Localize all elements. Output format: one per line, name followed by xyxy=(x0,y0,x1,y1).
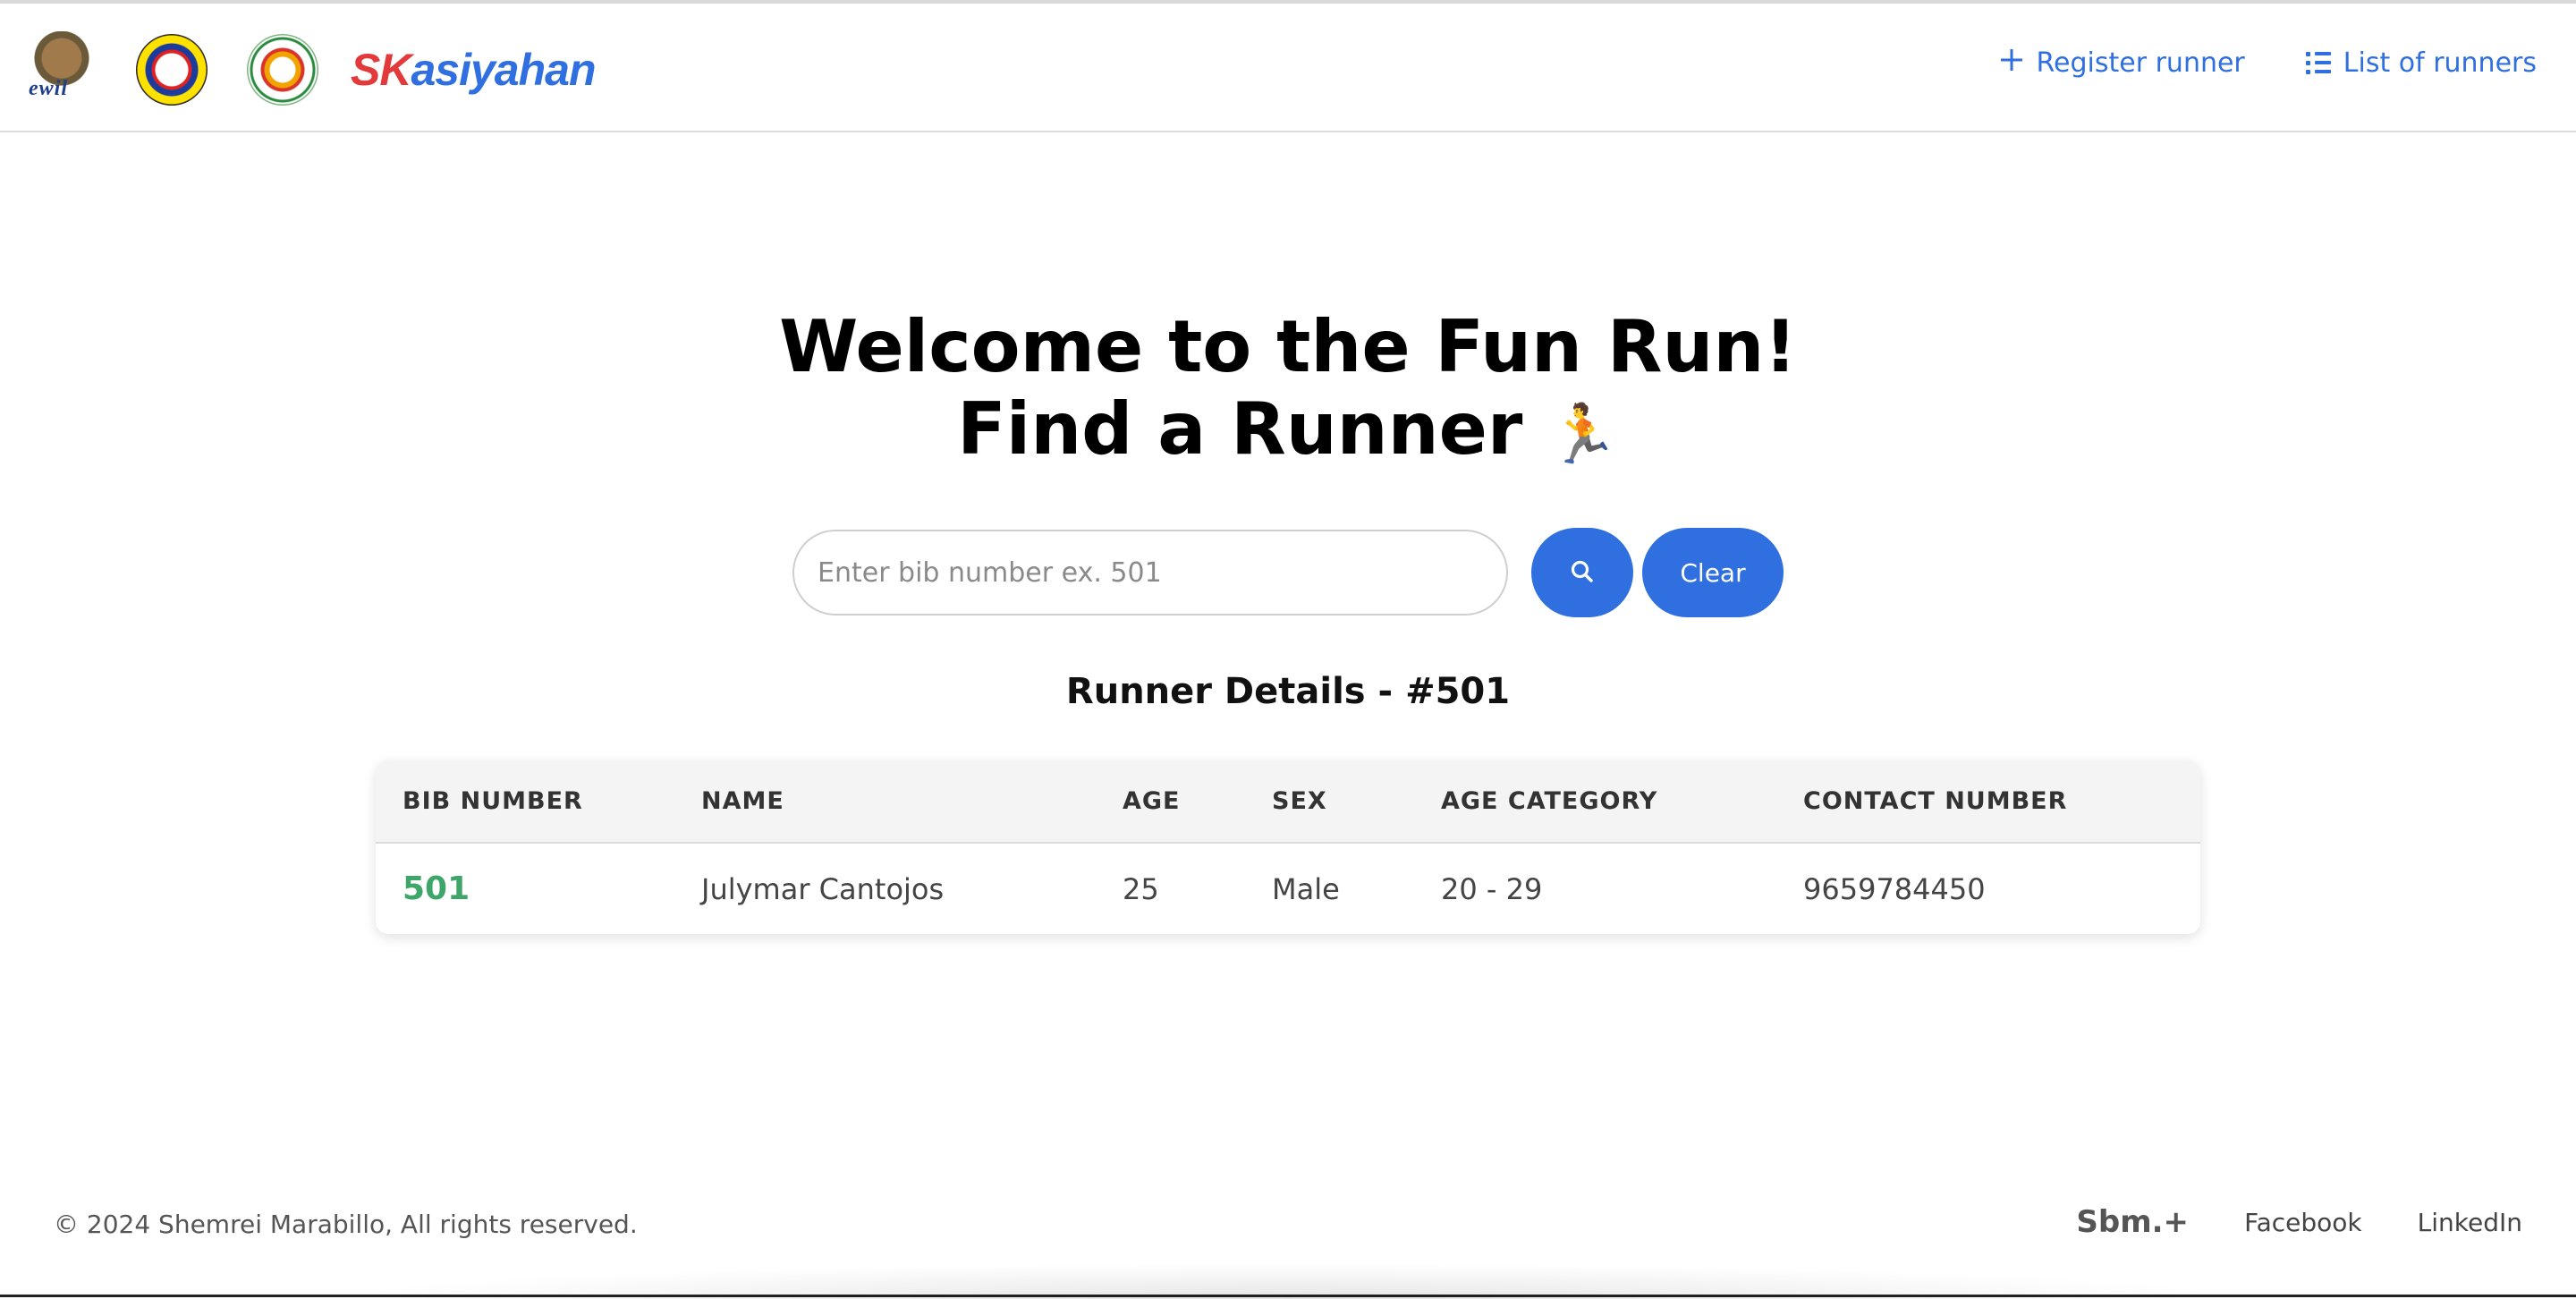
table-row[interactable]: 501 Julymar Cantojos 25 Male 20 - 29 965… xyxy=(376,843,2200,934)
city-of-san-carlos-seal[interactable] xyxy=(136,34,208,106)
column-header-age: AGE xyxy=(1123,787,1181,815)
cell-age-category: 20 - 29 xyxy=(1441,871,1543,906)
cell-name: Julymar Cantojos xyxy=(701,871,945,906)
hero-line-2-text: Find a Runner xyxy=(957,387,1523,471)
san-carlos-sk-seal[interactable] xyxy=(247,34,318,106)
linkedin-link[interactable]: LinkedIn xyxy=(2418,1208,2522,1237)
clear-button[interactable]: Clear xyxy=(1642,528,1784,617)
runner-details-title: Runner Details - #501 xyxy=(1065,671,1511,712)
list-icon xyxy=(2305,51,2331,74)
cell-contact-number: 9659784450 xyxy=(1803,871,1986,906)
facebook-link[interactable]: Facebook xyxy=(2244,1208,2362,1237)
logo-group: ewil SKasiyahan xyxy=(27,29,596,111)
column-header-contact: CONTACT NUMBER xyxy=(1803,787,2068,815)
column-header-name: NAME xyxy=(701,787,784,815)
cell-age: 25 xyxy=(1123,871,1159,906)
bib-number-input[interactable] xyxy=(792,530,1508,616)
brand-rest: asiyahan xyxy=(411,45,596,95)
ewil-logo[interactable]: ewil xyxy=(27,31,97,108)
ewil-logo-text: ewil xyxy=(29,77,68,100)
hero-line-1: Welcome to the Fun Run! xyxy=(779,305,1797,388)
search-bar: Clear xyxy=(792,528,1784,617)
plus-icon xyxy=(1999,47,2024,79)
footer: © 2024 Shemrei Marabillo, All rights res… xyxy=(0,1197,2576,1260)
copyright-text: © 2024 Shemrei Marabillo, All rights res… xyxy=(54,1210,638,1239)
column-header-sex: SEX xyxy=(1272,787,1327,815)
search-icon xyxy=(1569,558,1596,588)
column-header-age-category: AGE CATEGORY xyxy=(1441,787,1658,815)
cell-sex: Male xyxy=(1272,871,1340,906)
footer-brand-link[interactable]: Sbm.+ xyxy=(2076,1204,2189,1240)
app-window: ewil SKasiyahan Register runner List of … xyxy=(0,0,2576,1299)
brand-logo[interactable]: SKasiyahan xyxy=(351,44,596,96)
brand-prefix: SK xyxy=(351,45,411,95)
register-runner-label: Register runner xyxy=(2036,47,2245,79)
hero-line-2: Find a Runner 🏃 xyxy=(0,388,2576,476)
column-header-bib: BIB NUMBER xyxy=(402,787,583,815)
footer-links: Sbm.+ Facebook LinkedIn xyxy=(2076,1204,2522,1240)
footer-shadow xyxy=(322,1263,2254,1299)
search-button[interactable] xyxy=(1531,528,1633,617)
register-runner-link[interactable]: Register runner xyxy=(1999,47,2245,79)
nav-links: Register runner List of runners xyxy=(1999,47,2537,79)
runner-emoji-icon: 🏃 xyxy=(1547,402,1619,468)
list-of-runners-link[interactable]: List of runners xyxy=(2305,47,2537,79)
runner-details-table: BIB NUMBER NAME AGE SEX AGE CATEGORY CON… xyxy=(376,760,2200,934)
top-navbar: ewil SKasiyahan Register runner List of … xyxy=(0,7,2576,132)
cell-bib-number: 501 xyxy=(402,870,470,907)
hero-heading: Welcome to the Fun Run! Find a Runner 🏃 xyxy=(0,306,2576,476)
list-of-runners-label: List of runners xyxy=(2343,47,2537,79)
table-header-row: BIB NUMBER NAME AGE SEX AGE CATEGORY CON… xyxy=(376,760,2200,843)
